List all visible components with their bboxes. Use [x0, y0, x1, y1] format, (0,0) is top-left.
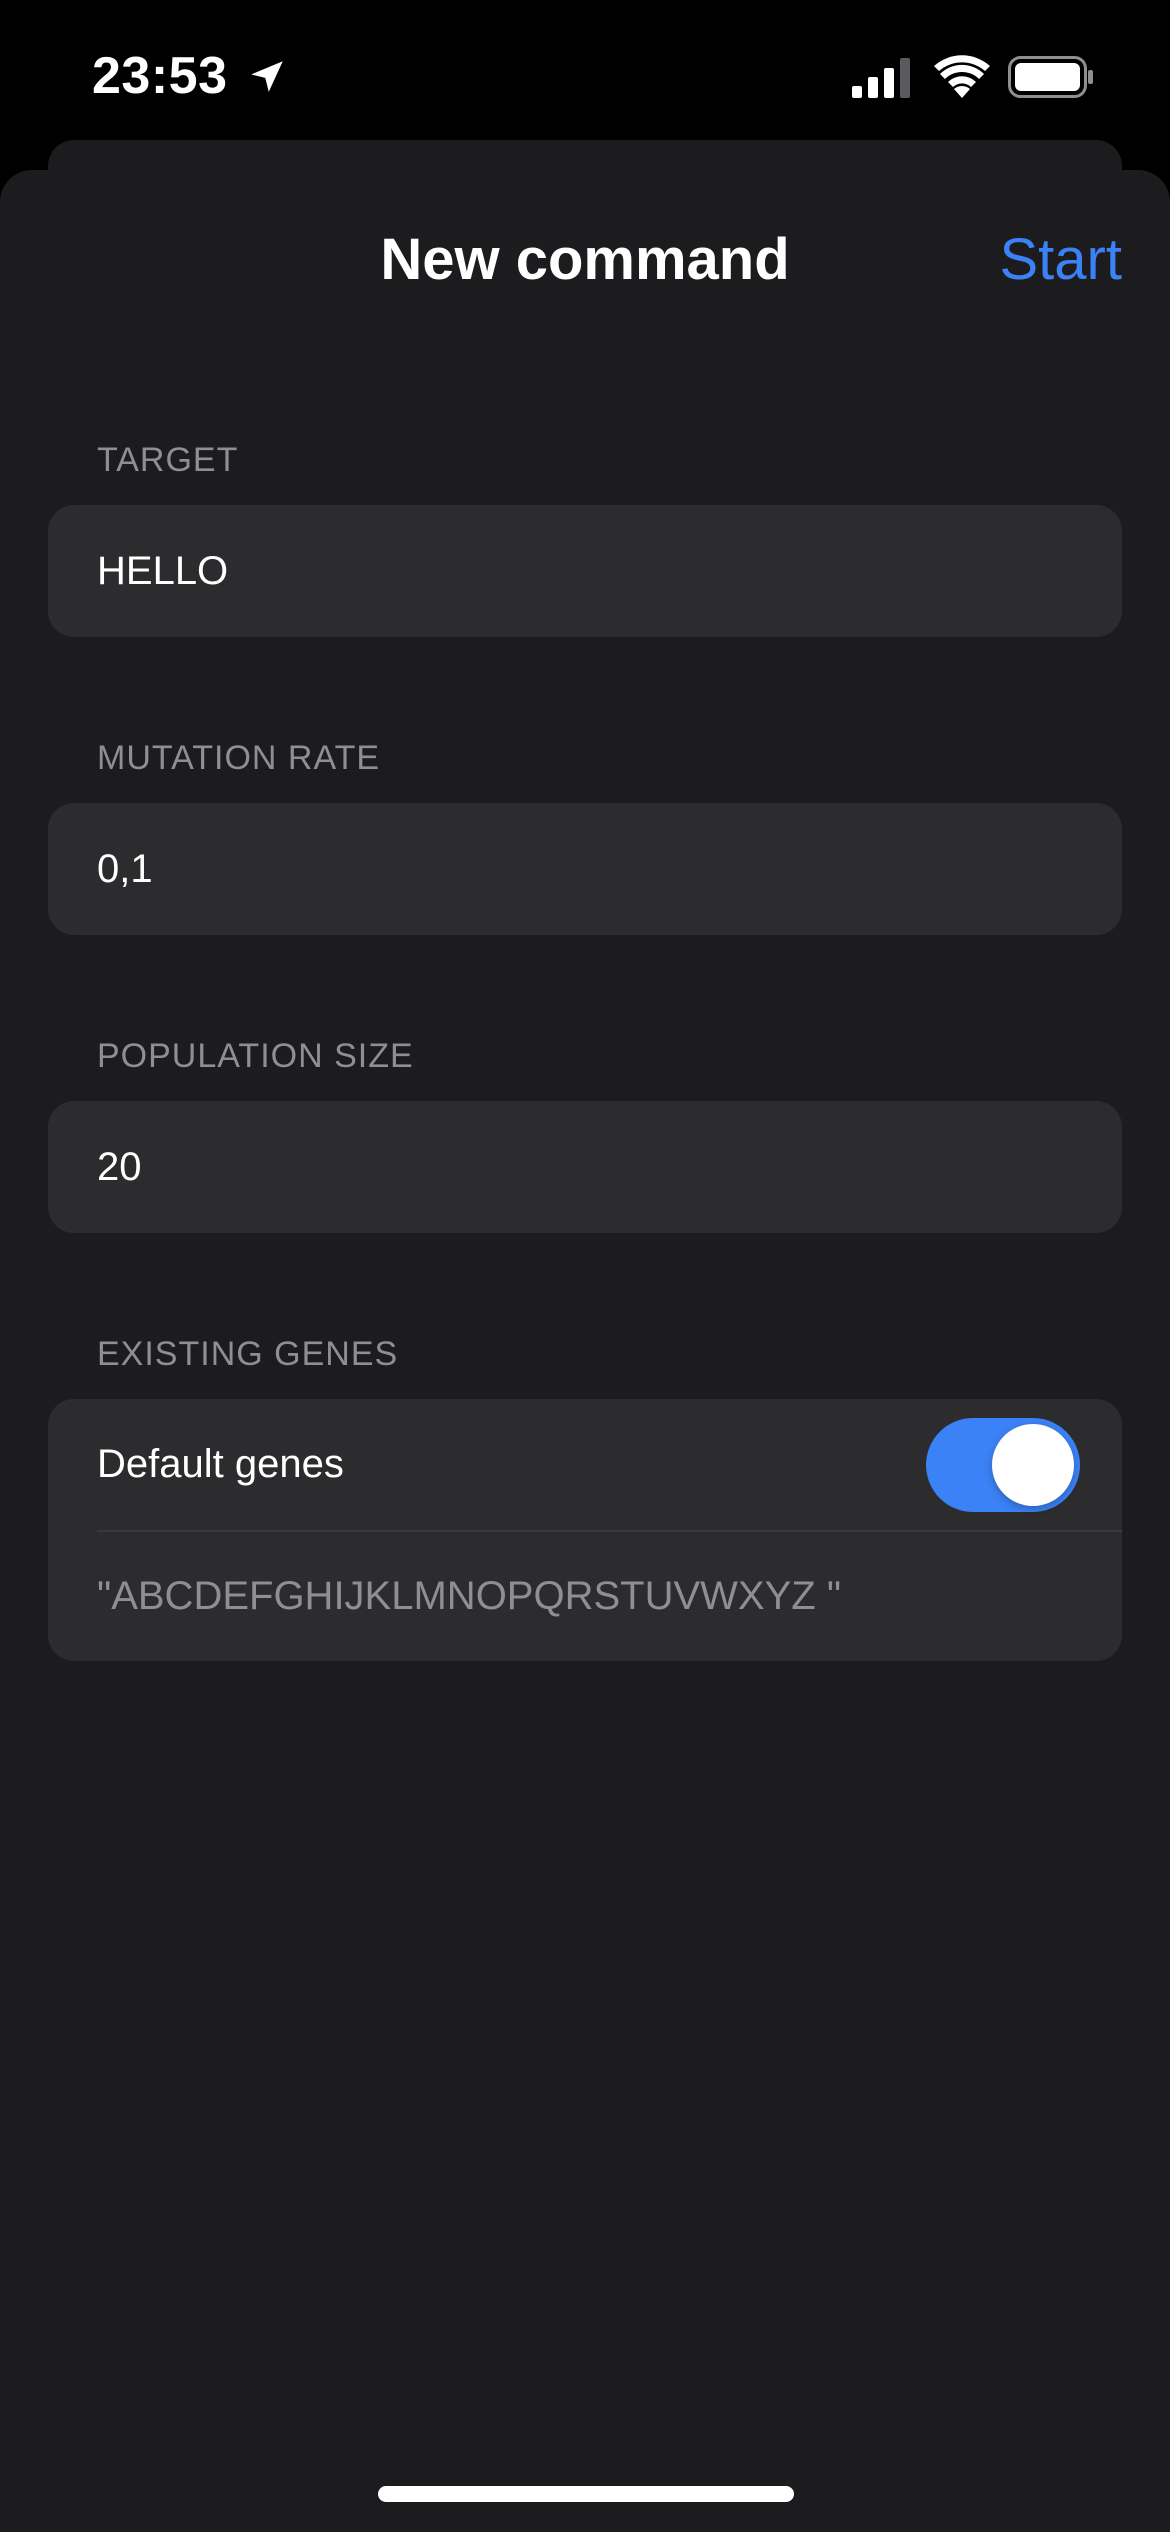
- target-value: HELLO: [97, 549, 229, 593]
- battery-icon: [1008, 56, 1093, 98]
- target-field[interactable]: HELLO: [48, 505, 1122, 637]
- start-button[interactable]: Start: [1000, 220, 1123, 300]
- population-size-value: 20: [97, 1145, 142, 1189]
- target-section-label: TARGET: [97, 441, 239, 479]
- sheet-title: New command: [380, 227, 790, 292]
- screen: 23:53 New command Start TARGET HELLO MUT…: [0, 0, 1170, 2532]
- toggle-knob: [992, 1424, 1074, 1506]
- status-bar: 23:53: [0, 0, 1170, 150]
- existing-genes-section-label: EXISTING GENES: [97, 1335, 399, 1373]
- mutation-rate-value: 0,1: [97, 847, 153, 891]
- mutation-rate-field[interactable]: 0,1: [48, 803, 1122, 935]
- mutation-rate-section-label: MUTATION RATE: [97, 739, 381, 777]
- location-arrow-icon: [251, 61, 283, 92]
- status-time: 23:53: [92, 47, 228, 105]
- genes-string: "ABCDEFGHIJKLMNOPQRSTUVWXYZ ": [97, 1574, 842, 1618]
- population-size-field[interactable]: 20: [48, 1101, 1122, 1233]
- default-genes-label: Default genes: [97, 1442, 344, 1486]
- population-size-section-label: POPULATION SIZE: [97, 1037, 414, 1075]
- new-command-sheet: New command Start TARGET HELLO MUTATION …: [0, 170, 1170, 2532]
- wifi-icon: [934, 55, 990, 98]
- home-indicator[interactable]: [378, 2486, 794, 2502]
- default-genes-toggle[interactable]: [926, 1418, 1080, 1512]
- existing-genes-card: Default genes "ABCDEFGHIJKLMNOPQRSTUVWXY…: [48, 1399, 1122, 1661]
- cellular-signal-icon: [852, 58, 910, 98]
